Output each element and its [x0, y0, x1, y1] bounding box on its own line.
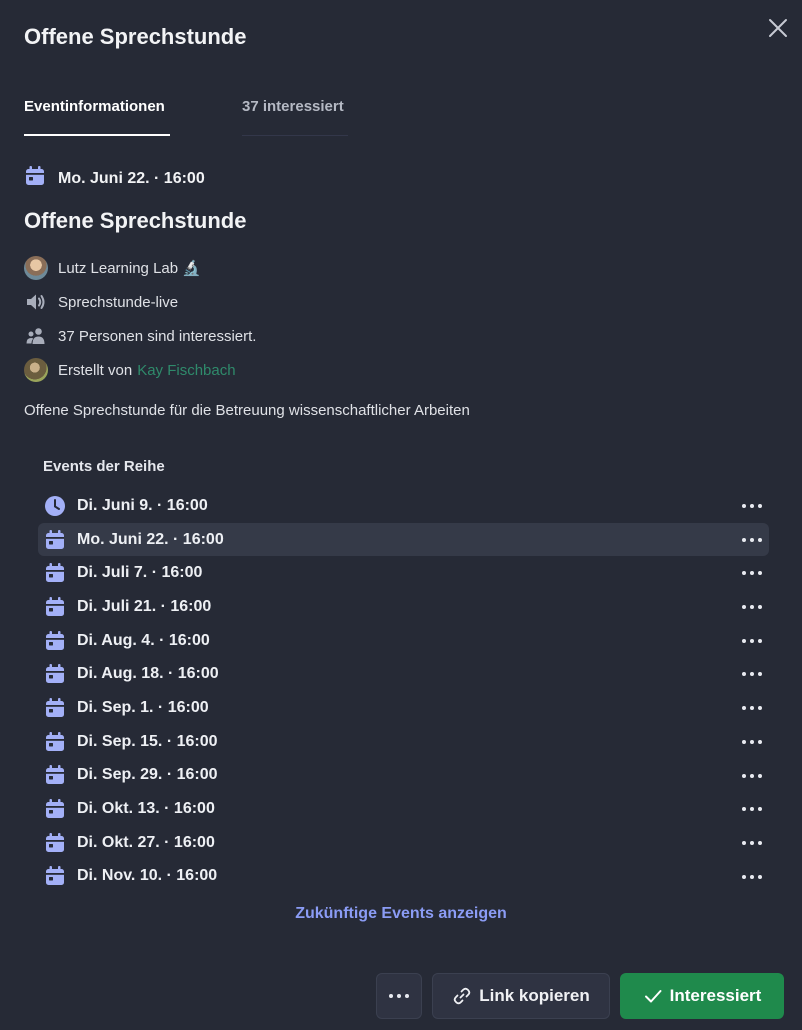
modal-title: Offene Sprechstunde	[24, 24, 247, 49]
series-item[interactable]: Di. Juli 7. · 16:00	[38, 556, 769, 590]
tab-event-info[interactable]: Eventinformationen	[24, 98, 170, 136]
series-item-date: Di. Aug. 4. · 16:00	[77, 631, 210, 649]
channel-name[interactable]: Sprechstunde-live	[58, 294, 178, 311]
link-icon	[453, 987, 471, 1005]
series-item-more-icon[interactable]	[739, 697, 765, 719]
server-name: Lutz Learning Lab 🔬	[58, 260, 201, 277]
series-item[interactable]: Di. Juni 9. · 16:00	[38, 489, 769, 523]
calendar-icon	[44, 865, 66, 887]
series-item-more-icon[interactable]	[739, 731, 765, 753]
calendar-icon	[44, 832, 66, 854]
series-item[interactable]: Di. Sep. 15. · 16:00	[38, 725, 769, 759]
series-item-more-icon[interactable]	[739, 798, 765, 820]
series-item-date: Di. Okt. 27. · 16:00	[77, 833, 215, 851]
calendar-icon	[44, 630, 66, 652]
calendar-icon	[44, 596, 66, 618]
series-item-more-icon[interactable]	[739, 495, 765, 517]
server-row: Lutz Learning Lab 🔬	[24, 256, 201, 280]
series-item[interactable]: Di. Aug. 18. · 16:00	[38, 657, 769, 691]
interested-button[interactable]: Interessiert	[620, 973, 784, 1019]
series-item-date: Di. Sep. 15. · 16:00	[77, 732, 218, 750]
series-heading: Events der Reihe	[43, 458, 165, 475]
series-item[interactable]: Mo. Juni 22. · 16:00	[38, 522, 769, 557]
calendar-icon	[44, 697, 66, 719]
tab-bar: Eventinformationen 37 interessiert	[24, 98, 354, 138]
creator-avatar	[24, 358, 48, 382]
series-item[interactable]: Di. Sep. 29. · 16:00	[38, 759, 769, 793]
series-item-more-icon[interactable]	[739, 866, 765, 888]
series-item-date: Di. Nov. 10. · 16:00	[77, 867, 218, 885]
calendar-icon	[44, 764, 66, 786]
series-item[interactable]: Di. Sep. 1. · 16:00	[38, 691, 769, 725]
close-icon[interactable]	[766, 16, 790, 40]
event-title: Offene Sprechstunde	[24, 208, 247, 233]
copy-link-label: Link kopieren	[479, 986, 590, 1005]
speaker-icon	[24, 290, 48, 314]
series-item[interactable]: Di. Juli 21. · 16:00	[38, 590, 769, 624]
series-item-date: Di. Sep. 1. · 16:00	[77, 698, 209, 716]
series-item-more-icon[interactable]	[739, 630, 765, 652]
clock-icon	[44, 495, 66, 517]
series-item-date: Di. Juli 21. · 16:00	[77, 597, 212, 615]
series-item-date: Di. Juli 7. · 16:00	[77, 564, 203, 582]
tab-interested[interactable]: 37 interessiert	[242, 98, 348, 136]
series-item[interactable]: Di. Okt. 13. · 16:00	[38, 792, 769, 826]
series-item-date: Di. Sep. 29. · 16:00	[77, 766, 218, 784]
server-avatar	[24, 256, 48, 280]
series-item-more-icon[interactable]	[739, 765, 765, 787]
event-modal: Offene Sprechstunde Eventinformationen 3…	[0, 0, 802, 1030]
series-item-more-icon[interactable]	[739, 663, 765, 685]
created-by-label: Erstellt von	[58, 361, 133, 379]
series-item-more-icon[interactable]	[739, 562, 765, 584]
calendar-icon	[44, 663, 66, 685]
series-item-more-icon[interactable]	[739, 529, 765, 551]
series-item-date: Mo. Juni 22. · 16:00	[77, 530, 224, 548]
channel-row: Sprechstunde-live	[24, 290, 178, 314]
event-description: Offene Sprechstunde für die Betreuung wi…	[24, 402, 470, 419]
more-icon	[389, 994, 409, 998]
creator-link[interactable]: Kay Fischbach	[137, 362, 235, 379]
calendar-icon	[44, 798, 66, 820]
creator-row: Erstellt von Kay Fischbach	[24, 358, 236, 382]
more-options-button[interactable]	[376, 973, 422, 1019]
interested-count: 37 Personen sind interessiert.	[58, 327, 257, 345]
series-item-date: Di. Juni 9. · 16:00	[77, 496, 208, 514]
calendar-icon	[44, 529, 66, 551]
people-icon	[24, 324, 48, 348]
series-item[interactable]: Di. Aug. 4. · 16:00	[38, 624, 769, 658]
series-item-date: Di. Okt. 13. · 16:00	[77, 800, 215, 818]
copy-link-button[interactable]: Link kopieren	[432, 973, 610, 1019]
event-date-text: Mo. Juni 22. · 16:00	[58, 169, 205, 187]
checkmark-icon	[644, 990, 662, 1003]
calendar-icon	[24, 165, 46, 192]
series-list: Di. Juni 9. · 16:00 Mo. Juni 22. · 16:00 D…	[38, 489, 769, 893]
interested-label: Interessiert	[669, 986, 762, 1005]
future-events-link[interactable]: Zukünftige Events anzeigen	[0, 905, 802, 923]
series-item[interactable]: Di. Okt. 27. · 16:00	[38, 826, 769, 860]
event-date: Mo. Juni 22. · 16:00	[24, 165, 205, 192]
calendar-icon	[44, 562, 66, 584]
series-item[interactable]: Di. Nov. 10. · 16:00	[38, 860, 769, 894]
interested-row: 37 Personen sind interessiert.	[24, 324, 256, 348]
calendar-icon	[44, 731, 66, 753]
series-item-more-icon[interactable]	[739, 832, 765, 854]
series-item-date: Di. Aug. 18. · 16:00	[77, 665, 219, 683]
series-item-more-icon[interactable]	[739, 596, 765, 618]
